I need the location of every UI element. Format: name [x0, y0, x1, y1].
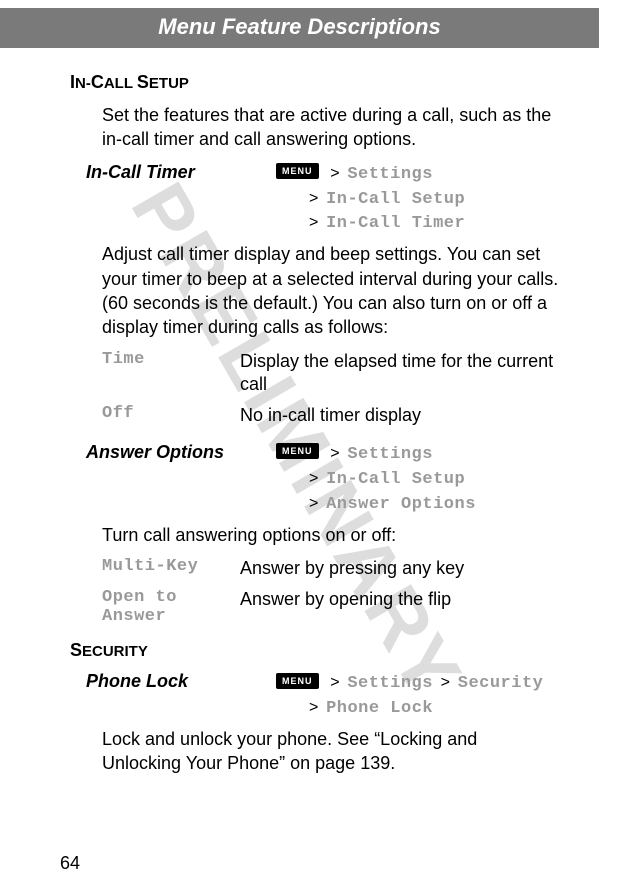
path-segment: In-Call Setup: [326, 470, 465, 489]
path-segment: Settings: [347, 165, 433, 184]
path-segment: Phone Lock: [326, 699, 433, 718]
option-row: Time Display the elapsed time for the cu…: [102, 350, 559, 397]
menu-icon: MENU: [276, 673, 319, 689]
option-row: Off No in-call timer display: [102, 404, 559, 427]
option-desc: Display the elapsed time for the current…: [240, 350, 559, 397]
section-incall-intro: Set the features that are active during …: [102, 103, 559, 152]
option-label: Time: [102, 350, 240, 397]
feature-answer-options-desc: Turn call answering options on or off:: [102, 523, 559, 547]
section-incall-heading: IN-CALL SETUP: [70, 72, 559, 93]
feature-label: Answer Options: [86, 442, 276, 517]
section-security-heading: SECURITY: [70, 640, 559, 661]
feature-answer-options: Answer Options MENU > Settings > In-Call…: [86, 442, 559, 517]
feature-phone-lock-desc: Lock and unlock your phone. See “Locking…: [102, 727, 559, 776]
options-table: Time Display the elapsed time for the cu…: [102, 350, 559, 428]
path-segment: Settings: [347, 674, 433, 693]
menu-icon: MENU: [276, 443, 319, 459]
feature-incall-timer: In-Call Timer MENU > Settings > In-Call …: [86, 162, 559, 237]
menu-icon: MENU: [276, 163, 319, 179]
feature-incall-timer-desc: Adjust call timer display and beep setti…: [102, 242, 559, 339]
options-table: Multi-Key Answer by pressing any key Ope…: [102, 557, 559, 626]
option-row: Open to Answer Answer by opening the fli…: [102, 588, 559, 626]
page-header: Menu Feature Descriptions: [0, 8, 599, 48]
option-desc: Answer by opening the flip: [240, 588, 559, 626]
path-segment: Security: [458, 674, 544, 693]
feature-phone-lock: Phone Lock MENU > Settings > Security > …: [86, 671, 559, 721]
path-segment: Settings: [347, 445, 433, 464]
option-label: Multi-Key: [102, 557, 240, 580]
feature-label: In-Call Timer: [86, 162, 276, 237]
path-segment: Answer Options: [326, 495, 476, 514]
page-number: 64: [60, 853, 80, 874]
path-segment: In-Call Timer: [326, 214, 465, 233]
option-desc: Answer by pressing any key: [240, 557, 559, 580]
path-segment: In-Call Setup: [326, 190, 465, 209]
option-label: Open to Answer: [102, 588, 240, 626]
option-row: Multi-Key Answer by pressing any key: [102, 557, 559, 580]
feature-label: Phone Lock: [86, 671, 276, 721]
option-desc: No in-call timer display: [240, 404, 559, 427]
option-label: Off: [102, 404, 240, 427]
